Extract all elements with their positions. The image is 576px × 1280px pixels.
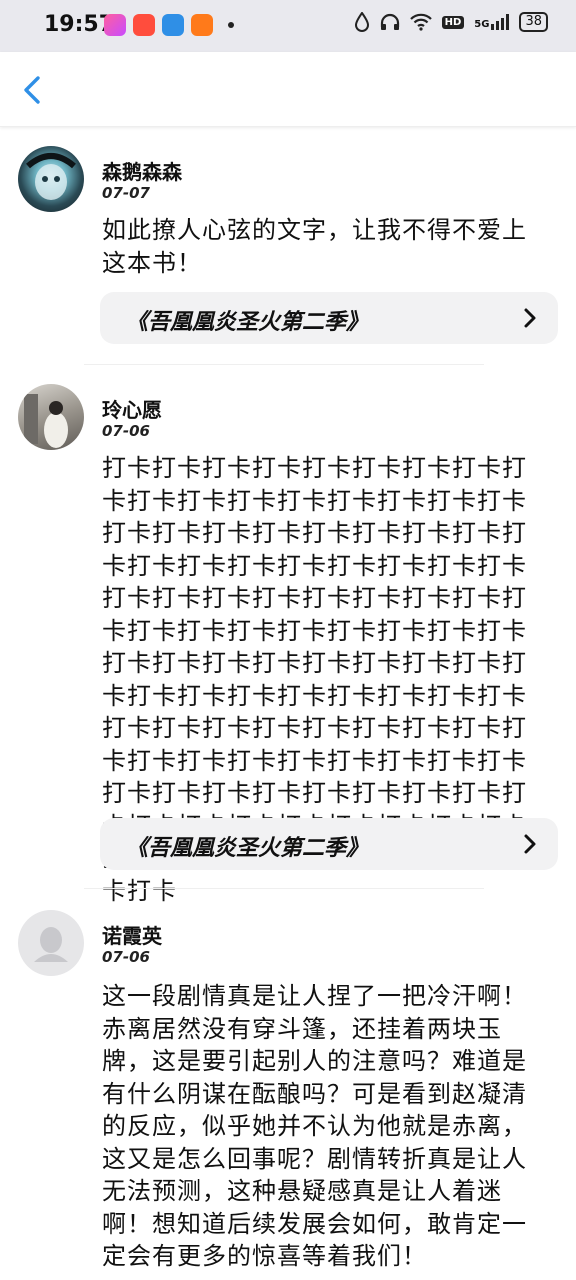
comment-username[interactable]: 诺霞英 — [102, 920, 162, 949]
comment-date: 07-07 — [102, 184, 150, 202]
comment-text: 这一段剧情真是让人捏了一把冷汗啊！赤离居然没有穿斗篷，还挂着两块玉牌，这是要引起… — [102, 982, 527, 1270]
comment-date: 07-06 — [102, 948, 150, 966]
back-button[interactable] — [14, 70, 50, 110]
notification-icons — [104, 14, 234, 36]
divider — [84, 364, 484, 365]
comment-item: 森鹅森森 07-07 如此撩人心弦的文字，让我不得不爱上这本书！ 《吾凰凰炎圣火… — [0, 126, 576, 366]
divider — [84, 888, 484, 889]
data-saver-icon — [354, 12, 369, 32]
chevron-right-icon — [524, 308, 536, 328]
comment-username[interactable]: 玲心愿 — [102, 394, 162, 423]
book-link-button[interactable]: 《吾凰凰炎圣火第二季》 — [100, 818, 558, 870]
book-title: 《吾凰凰炎圣火第二季》 — [126, 836, 369, 861]
avatar-image — [26, 153, 76, 200]
messenger-app-icon — [104, 14, 126, 36]
nav-bar — [0, 52, 576, 127]
comment-item: 诺霞英 07-06 这一段剧情真是让人捏了一把冷汗啊！赤离居然没有穿斗篷，还挂着… — [0, 890, 576, 1280]
book-link-button[interactable]: 《吾凰凰炎圣火第二季》 — [100, 292, 558, 344]
status-bar: 19:57 HD 5G 38 — [0, 0, 576, 52]
comment-date: 07-06 — [102, 422, 150, 440]
default-avatar-icon — [34, 927, 68, 962]
music-app-icon — [133, 14, 155, 36]
headphones-icon — [380, 13, 399, 30]
chevron-right-icon — [524, 834, 536, 854]
avatar[interactable] — [18, 910, 84, 976]
book-title: 《吾凰凰炎圣火第二季》 — [126, 310, 369, 335]
comment-username[interactable]: 森鹅森森 — [102, 156, 182, 185]
wifi-icon — [409, 13, 432, 31]
comment-item: 玲心愿 07-06 打卡打卡打卡打卡打卡打卡打卡打卡打卡打卡打卡打卡打卡打卡打卡… — [0, 366, 576, 905]
avatar[interactable] — [18, 384, 84, 450]
hd-badge: HD — [441, 15, 465, 29]
grid-app-icon — [191, 14, 213, 36]
avatar[interactable] — [18, 146, 84, 212]
avatar-image — [24, 394, 68, 448]
network-label: 5G — [474, 19, 490, 30]
comment-text: 如此撩人心弦的文字，让我不得不爱上这本书！ — [102, 216, 527, 277]
system-indicators: HD 5G 38 — [354, 12, 548, 32]
battery-indicator: 38 — [519, 12, 548, 32]
video-app-icon — [162, 14, 184, 36]
network-type: 5G — [474, 14, 510, 30]
chevron-left-icon — [24, 76, 40, 104]
signal-icon — [491, 14, 510, 30]
more-notifications-icon — [228, 22, 234, 28]
